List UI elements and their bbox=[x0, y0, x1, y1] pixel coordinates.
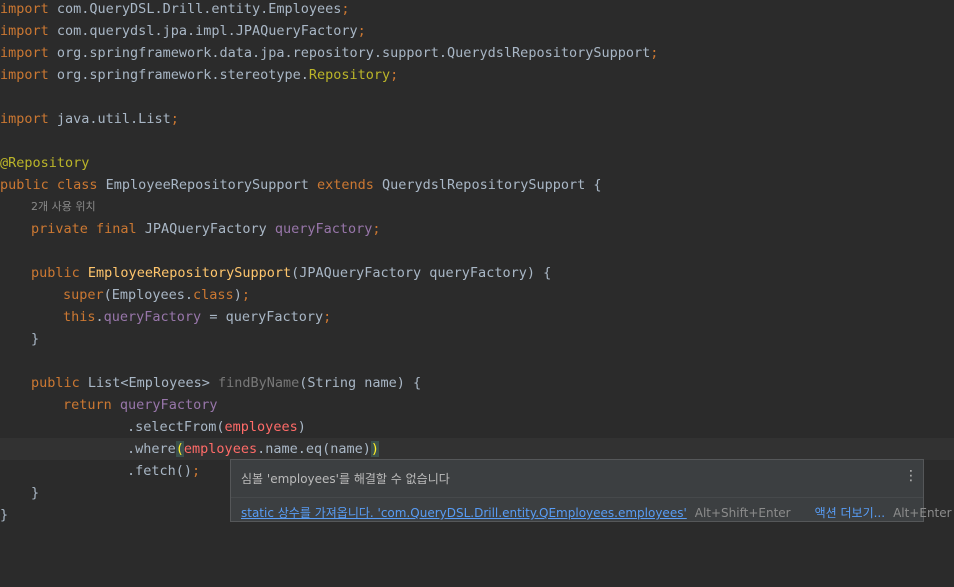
code-line-22[interactable]: } bbox=[31, 482, 39, 504]
code-line-14[interactable]: this.queryFactory = queryFactory; bbox=[63, 306, 331, 328]
import-static-constant-link[interactable]: static 상수를 가져옵니다. 'com.QueryDSL.Drill.en… bbox=[241, 506, 687, 520]
code-line-9[interactable]: public class EmployeeRepositorySupport e… bbox=[0, 174, 601, 196]
more-actions-link[interactable]: 액션 더보기... bbox=[815, 506, 885, 520]
code-line-17[interactable]: public List<Employees> findByName(String… bbox=[31, 372, 421, 394]
more-actions-shortcut: Alt+Enter bbox=[893, 506, 952, 520]
code-line-12[interactable]: public EmployeeRepositorySupport(JPAQuer… bbox=[31, 262, 551, 284]
code-line-21[interactable]: .fetch(); bbox=[127, 460, 200, 482]
code-line-15[interactable]: } bbox=[31, 328, 39, 350]
more-options-icon[interactable]: ⋮ bbox=[903, 466, 919, 486]
code-line-8[interactable]: @Repository bbox=[0, 152, 89, 174]
error-tooltip-popup: 심볼 'employees'를 해결할 수 없습니다 ⋮ static 상수를 … bbox=[230, 459, 952, 522]
code-line-20-current[interactable]: .where(employees.name.eq(name)) bbox=[0, 438, 954, 460]
code-line-18[interactable]: return queryFactory bbox=[63, 394, 217, 416]
popup-divider bbox=[231, 497, 923, 498]
code-line-1[interactable]: import com.QueryDSL.Drill.entity.Employe… bbox=[0, 0, 350, 20]
quick-fix-row: static 상수를 가져옵니다. 'com.QueryDSL.Drill.en… bbox=[241, 504, 952, 521]
code-line-2[interactable]: import com.querydsl.jpa.impl.JPAQueryFac… bbox=[0, 20, 366, 42]
error-message: 심볼 'employees'를 해결할 수 없습니다 bbox=[241, 472, 450, 486]
code-line-3[interactable]: import org.springframework.data.jpa.repo… bbox=[0, 42, 658, 64]
code-line-23[interactable]: } bbox=[0, 504, 8, 526]
usage-hint[interactable]: 2개 사용 위치 bbox=[31, 198, 96, 216]
code-line-10[interactable]: private final JPAQueryFactory queryFacto… bbox=[31, 218, 381, 240]
fix-shortcut: Alt+Shift+Enter bbox=[694, 506, 791, 520]
code-line-19[interactable]: .selectFrom(employees) bbox=[127, 416, 306, 438]
code-line-13[interactable]: super(Employees.class); bbox=[63, 284, 250, 306]
code-line-6[interactable]: import java.util.List; bbox=[0, 108, 179, 130]
code-line-4[interactable]: import org.springframework.stereotype.Re… bbox=[0, 64, 398, 86]
